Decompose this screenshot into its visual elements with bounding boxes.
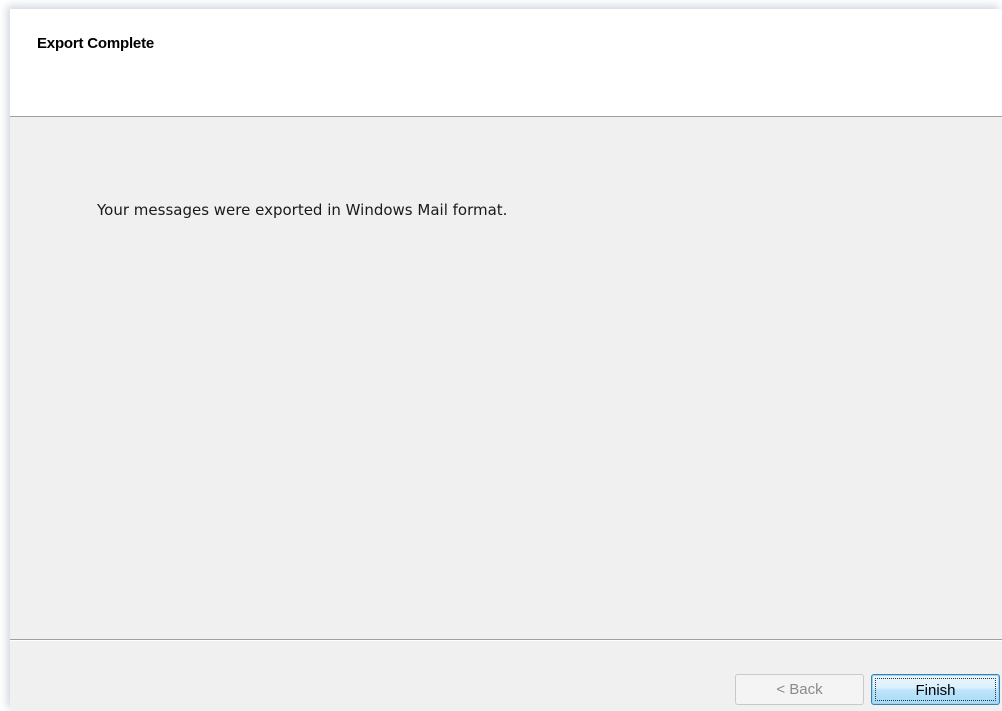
wizard-header: Export Complete — [10, 9, 1002, 117]
export-status-message: Your messages were exported in Windows M… — [97, 201, 508, 219]
finish-button[interactable]: Finish — [871, 674, 1000, 705]
page-title: Export Complete — [37, 35, 155, 52]
back-button[interactable]: < Back — [735, 674, 864, 705]
footer-divider — [10, 639, 1002, 641]
wizard-content: Your messages were exported in Windows M… — [10, 117, 1002, 639]
export-wizard-dialog: Export Complete Your messages were expor… — [10, 9, 1002, 711]
finish-button-label: Finish — [875, 678, 996, 701]
